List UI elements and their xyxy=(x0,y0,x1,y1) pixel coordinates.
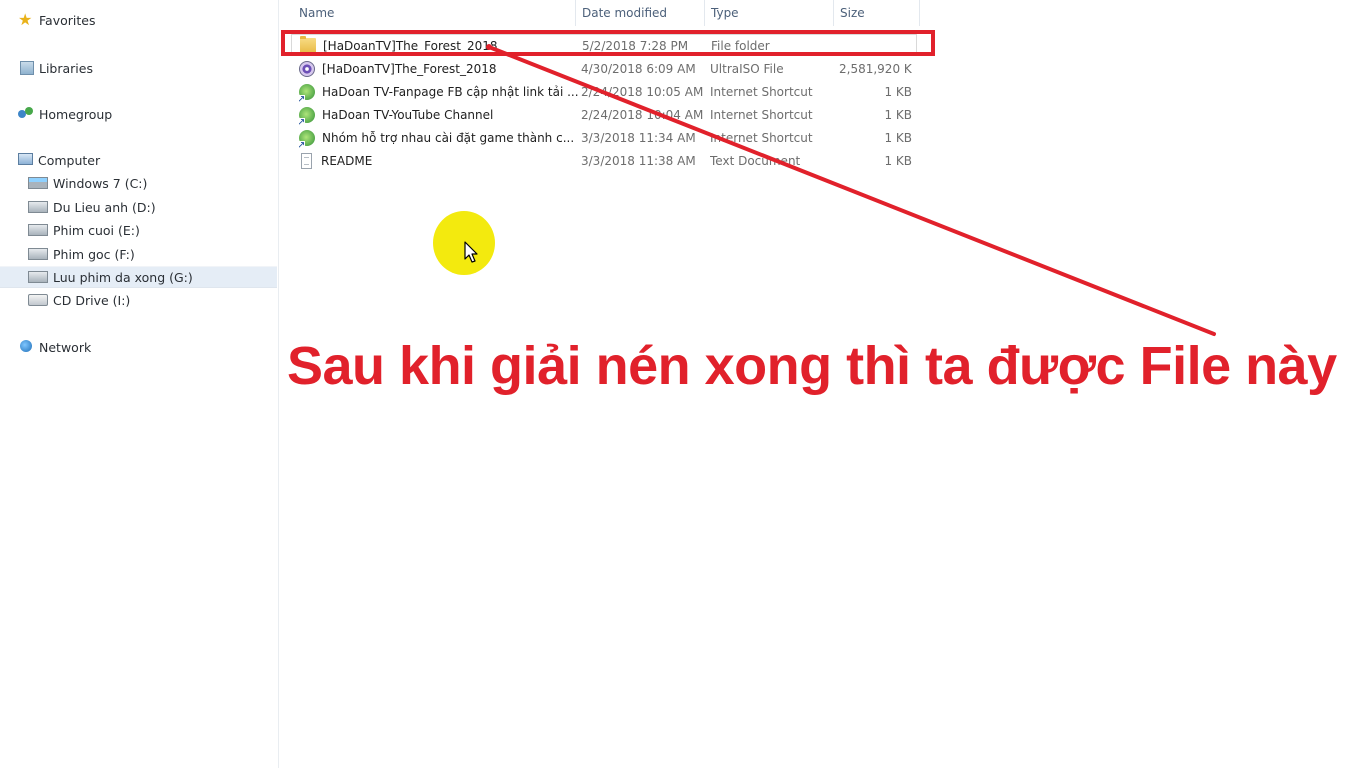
file-name: [HaDoanTV]The_Forest_2018 xyxy=(322,62,497,76)
internet-shortcut-icon xyxy=(299,84,315,103)
file-size: 1 KB xyxy=(884,85,912,99)
file-row[interactable]: README 3/3/2018 11:38 AM Text Document 1… xyxy=(291,150,917,172)
file-size: 1 KB xyxy=(884,108,912,122)
nav-drive-c[interactable]: Windows 7 (C:) xyxy=(28,173,147,193)
file-size: 1 KB xyxy=(884,131,912,145)
nav-drive-g[interactable]: Luu phim da xong (G:) xyxy=(0,266,277,288)
nav-network[interactable]: Network xyxy=(18,337,91,357)
file-row[interactable]: HaDoan TV-YouTube Channel 2/24/2018 10:0… xyxy=(291,104,917,126)
network-icon xyxy=(18,339,34,355)
annotation-caption: Sau khi giải nén xong thì ta được File n… xyxy=(287,336,1337,396)
file-date: 3/3/2018 11:34 AM xyxy=(581,131,696,145)
file-name: HaDoan TV-YouTube Channel xyxy=(322,108,494,122)
nav-drive-label: Phim cuoi (E:) xyxy=(53,222,140,238)
column-header-date[interactable]: Date modified xyxy=(576,0,705,26)
nav-drive-e[interactable]: Phim cuoi (E:) xyxy=(28,220,140,240)
column-name-label: Name xyxy=(299,6,335,20)
file-type: UltraISO File xyxy=(710,62,784,76)
nav-drive-label: Windows 7 (C:) xyxy=(53,175,148,191)
annotation-highlight-box xyxy=(281,30,935,56)
navigation-pane: ★ Favorites Libraries Homegroup Computer… xyxy=(0,0,279,768)
nav-drive-f[interactable]: Phim goc (F:) xyxy=(28,244,135,264)
column-size-label: Size xyxy=(840,6,865,20)
nav-network-label: Network xyxy=(39,339,92,355)
nav-homegroup[interactable]: Homegroup xyxy=(18,104,112,124)
file-type: Internet Shortcut xyxy=(710,131,813,145)
nav-drive-d[interactable]: Du Lieu anh (D:) xyxy=(28,197,156,217)
cd-drive-icon xyxy=(28,294,48,306)
nav-favorites[interactable]: ★ Favorites xyxy=(18,10,95,30)
nav-drive-label: CD Drive (I:) xyxy=(53,292,131,308)
libraries-icon xyxy=(20,61,34,75)
nav-drive-label: Du Lieu anh (D:) xyxy=(53,199,156,215)
hard-drive-icon xyxy=(28,271,48,283)
nav-drive-label: Luu phim da xong (G:) xyxy=(53,269,193,285)
nav-homegroup-label: Homegroup xyxy=(39,106,113,122)
file-date: 2/24/2018 10:05 AM xyxy=(581,85,704,99)
internet-shortcut-icon xyxy=(299,107,315,126)
iso-file-icon xyxy=(299,61,315,77)
file-row[interactable]: HaDoan TV-Fanpage FB cập nhật link tải .… xyxy=(291,81,917,103)
file-name: HaDoan TV-Fanpage FB cập nhật link tải .… xyxy=(322,85,579,99)
file-date: 2/24/2018 10:04 AM xyxy=(581,108,704,122)
nav-drive-i[interactable]: CD Drive (I:) xyxy=(28,290,130,310)
windows-drive-icon xyxy=(28,177,48,189)
column-date-label: Date modified xyxy=(582,6,668,20)
mouse-pointer-icon xyxy=(464,241,478,263)
hard-drive-icon xyxy=(28,248,48,260)
file-type: Internet Shortcut xyxy=(710,85,813,99)
column-header-size[interactable]: Size xyxy=(834,0,920,26)
file-name: Nhóm hỗ trợ nhau cài đặt game thành c... xyxy=(322,131,575,145)
file-date: 4/30/2018 6:09 AM xyxy=(581,62,696,76)
star-icon: ★ xyxy=(18,10,33,29)
file-size: 1 KB xyxy=(884,154,912,168)
text-document-icon xyxy=(301,153,312,169)
computer-icon xyxy=(18,153,33,165)
file-size: 2,581,920 KB xyxy=(839,62,912,76)
file-name: README xyxy=(321,154,373,168)
column-header-type[interactable]: Type xyxy=(705,0,834,26)
nav-favorites-label: Favorites xyxy=(39,12,96,28)
nav-computer[interactable]: Computer xyxy=(18,150,100,170)
homegroup-icon xyxy=(18,106,34,122)
file-type: Internet Shortcut xyxy=(710,108,813,122)
file-row[interactable]: Nhóm hỗ trợ nhau cài đặt game thành c...… xyxy=(291,127,917,149)
column-type-label: Type xyxy=(711,6,739,20)
nav-libraries-label: Libraries xyxy=(39,60,93,76)
column-header-name[interactable]: Name xyxy=(293,0,576,26)
nav-computer-label: Computer xyxy=(38,152,101,168)
hard-drive-icon xyxy=(28,201,48,213)
file-date: 3/3/2018 11:38 AM xyxy=(581,154,696,168)
nav-libraries[interactable]: Libraries xyxy=(18,58,93,78)
hard-drive-icon xyxy=(28,224,48,236)
file-type: Text Document xyxy=(710,154,801,168)
file-row[interactable]: [HaDoanTV]The_Forest_2018 4/30/2018 6:09… xyxy=(291,58,917,80)
nav-drive-label: Phim goc (F:) xyxy=(53,246,135,262)
internet-shortcut-icon xyxy=(299,130,315,149)
